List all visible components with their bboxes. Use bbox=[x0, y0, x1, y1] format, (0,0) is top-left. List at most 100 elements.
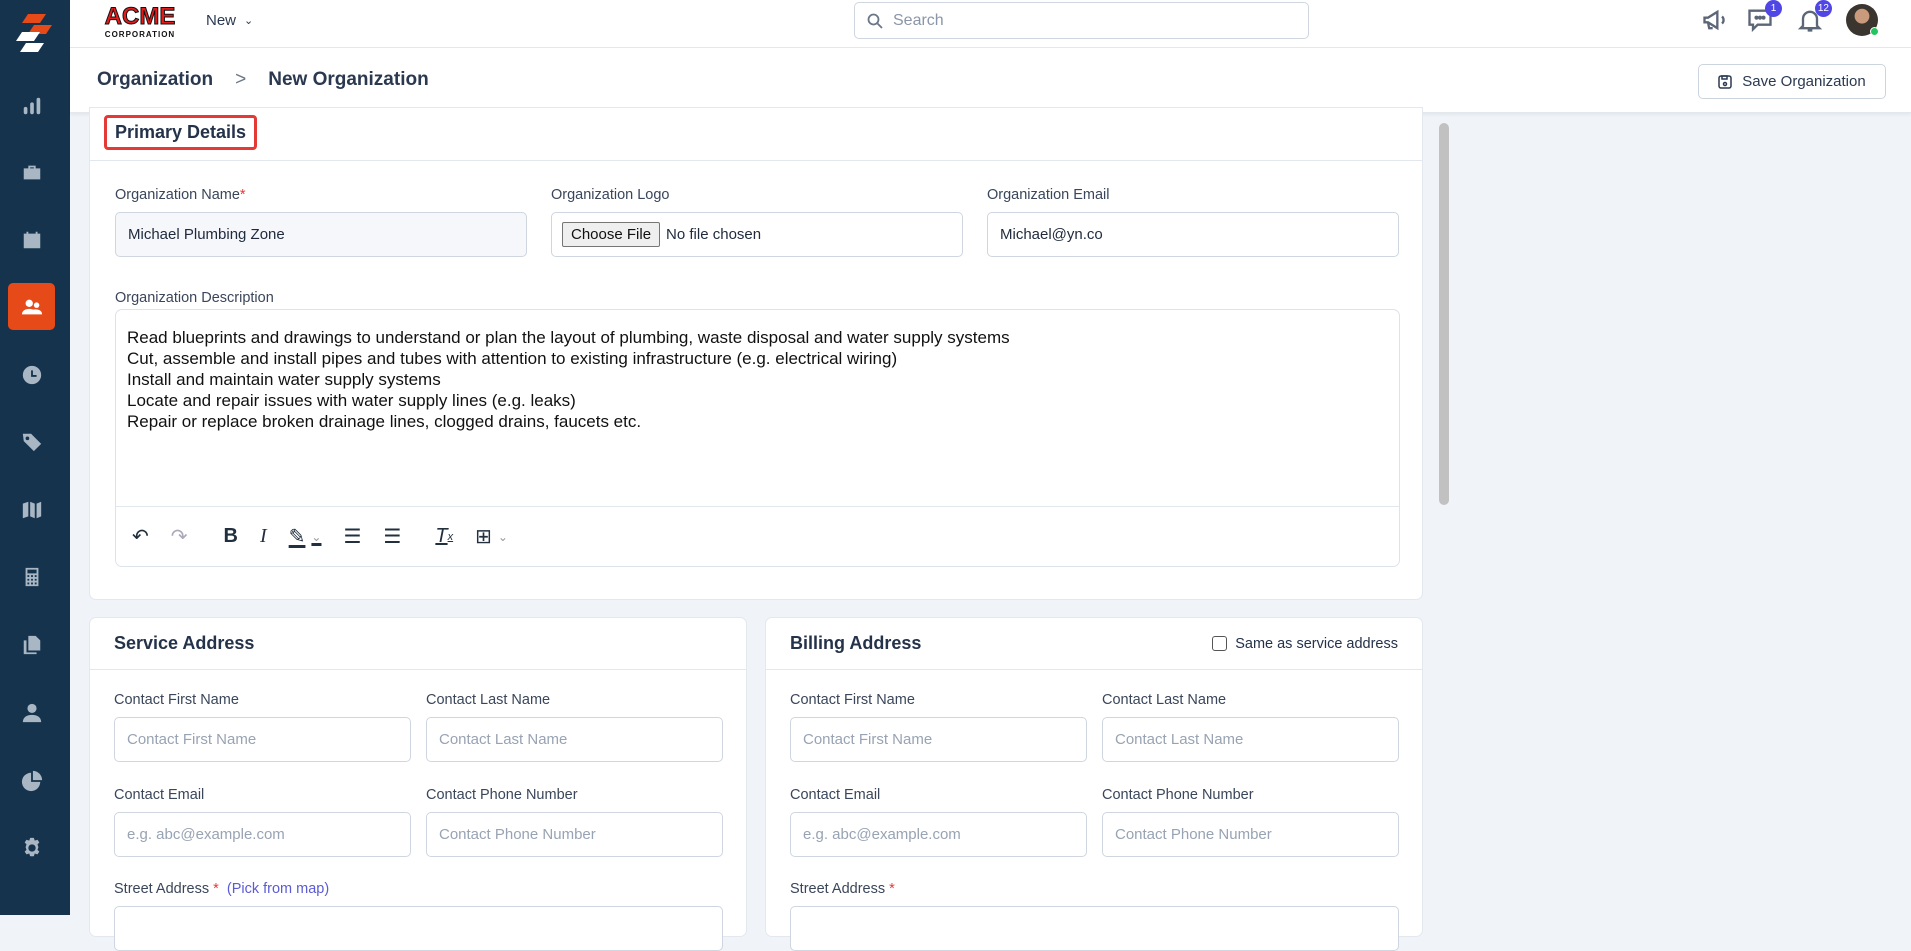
gear-icon bbox=[24, 837, 39, 856]
organization-name-label: Organization Name* bbox=[115, 187, 246, 203]
service-last-name-input[interactable]: Contact Last Name bbox=[426, 717, 723, 762]
highlight-icon[interactable]: ✎ ⌄ bbox=[289, 524, 322, 549]
sidebar-item-dashboard[interactable] bbox=[8, 82, 55, 129]
sidebar-item-calendar[interactable] bbox=[8, 216, 55, 263]
billing-address-card: Billing Address Same as service address C… bbox=[765, 617, 1423, 951]
user-icon bbox=[22, 703, 41, 722]
notifications-button[interactable]: 12 bbox=[1796, 0, 1832, 34]
description-editor[interactable]: Read blueprints and drawings to understa… bbox=[115, 309, 1400, 567]
acme-logo[interactable]: ACMECORPORATION bbox=[98, 2, 183, 40]
service-last-name-label: Contact Last Name bbox=[426, 692, 551, 708]
online-status-dot bbox=[1870, 27, 1879, 36]
svg-text:CORPORATION: CORPORATION bbox=[105, 30, 175, 39]
description-text[interactable]: Read blueprints and drawings to understa… bbox=[116, 310, 1399, 449]
breadcrumb-bar: Organization > New Organization Save Org… bbox=[70, 48, 1911, 113]
calendar-icon bbox=[23, 231, 40, 248]
clear-format-icon[interactable]: Tx bbox=[435, 525, 453, 548]
users-icon bbox=[21, 299, 42, 314]
breadcrumb-separator: > bbox=[235, 69, 247, 90]
avatar[interactable] bbox=[1846, 4, 1879, 36]
billing-email-label: Contact Email bbox=[790, 787, 881, 803]
service-address-title: Service Address bbox=[90, 618, 746, 670]
organization-name-input[interactable]: Michael Plumbing Zone bbox=[115, 212, 527, 257]
pie-chart-icon bbox=[21, 770, 42, 791]
billing-last-name-input[interactable]: Contact Last Name bbox=[1102, 717, 1399, 762]
sidebar-item-timesheet[interactable] bbox=[8, 351, 55, 398]
undo-icon[interactable]: ↶ bbox=[132, 524, 149, 549]
save-icon bbox=[1718, 74, 1733, 89]
italic-icon[interactable]: I bbox=[260, 525, 267, 548]
bullet-list-icon[interactable]: ☰ bbox=[343, 524, 361, 549]
billing-address-title: Billing Address bbox=[790, 633, 922, 653]
briefcase-icon bbox=[23, 165, 40, 179]
primary-details-card: Primary Details Organization Name* Micha… bbox=[89, 107, 1423, 600]
table-icon[interactable]: ⊞ ⌄ bbox=[475, 524, 508, 549]
billing-first-name-label: Contact First Name bbox=[790, 692, 915, 708]
sidebar-item-map[interactable] bbox=[8, 486, 55, 533]
bold-icon[interactable]: B bbox=[224, 525, 238, 548]
primary-details-title: Primary Details bbox=[104, 114, 258, 150]
choose-file-button[interactable]: Choose File bbox=[562, 222, 661, 247]
service-email-label: Contact Email bbox=[114, 787, 205, 803]
organization-description-label: Organization Description bbox=[115, 290, 274, 306]
sidebar-item-organizations[interactable] bbox=[8, 283, 55, 330]
calculator-icon bbox=[25, 567, 38, 586]
clock-icon bbox=[22, 365, 41, 384]
service-phone-input[interactable]: Contact Phone Number bbox=[426, 812, 723, 857]
files-icon bbox=[23, 635, 40, 654]
no-file-text: No file chosen bbox=[666, 226, 762, 243]
billing-first-name-input[interactable]: Contact First Name bbox=[790, 717, 1087, 762]
billing-street-input[interactable] bbox=[790, 906, 1399, 951]
pick-from-map-link[interactable]: (Pick from map) bbox=[227, 881, 329, 897]
billing-phone-input[interactable]: Contact Phone Number bbox=[1102, 812, 1399, 857]
sidebar-item-settings[interactable] bbox=[8, 824, 55, 871]
numbered-list-icon[interactable]: ☰ bbox=[383, 524, 401, 549]
messages-button[interactable]: 1 bbox=[1746, 0, 1782, 34]
announcements-button[interactable] bbox=[1701, 6, 1729, 34]
search-placeholder: Search bbox=[893, 11, 944, 29]
sidebar-item-reports[interactable] bbox=[8, 757, 55, 804]
checkbox-icon[interactable] bbox=[1212, 636, 1228, 651]
breadcrumb: Organization > New Organization bbox=[97, 69, 429, 91]
messages-badge: 1 bbox=[1765, 0, 1782, 17]
redo-icon[interactable]: ↷ bbox=[171, 524, 188, 549]
save-organization-button[interactable]: Save Organization bbox=[1698, 64, 1886, 99]
service-address-card: Service Address Contact First Name Conta… bbox=[89, 617, 747, 951]
billing-phone-label: Contact Phone Number bbox=[1102, 787, 1254, 803]
sidebar-item-tags[interactable] bbox=[8, 418, 55, 465]
service-first-name-input[interactable]: Contact First Name bbox=[114, 717, 411, 762]
editor-toolbar: ↶ ↷ B I ✎ ⌄ ☰ ☰ Tx ⊞ ⌄ bbox=[116, 506, 1399, 566]
service-phone-label: Contact Phone Number bbox=[426, 787, 578, 803]
same-as-service-checkbox[interactable]: Same as service address bbox=[1212, 636, 1398, 652]
billing-last-name-label: Contact Last Name bbox=[1102, 692, 1227, 708]
bar-chart-icon bbox=[23, 97, 40, 114]
search-icon bbox=[867, 13, 883, 29]
organization-logo-label: Organization Logo bbox=[551, 187, 670, 203]
app-logo[interactable] bbox=[12, 10, 58, 56]
service-street-label: Street Address * (Pick from map) bbox=[114, 881, 330, 897]
sidebar-item-users[interactable] bbox=[8, 689, 55, 736]
tag-icon bbox=[22, 433, 41, 451]
service-email-input[interactable]: e.g. abc@example.com bbox=[114, 812, 411, 857]
sidebar-item-jobs[interactable] bbox=[8, 148, 55, 195]
billing-email-input[interactable]: e.g. abc@example.com bbox=[790, 812, 1087, 857]
service-street-input[interactable] bbox=[114, 906, 723, 951]
map-icon bbox=[22, 501, 41, 518]
save-label: Save Organization bbox=[1742, 73, 1866, 90]
notifications-badge: 12 bbox=[1814, 0, 1832, 17]
new-menu[interactable]: New ⌄ bbox=[206, 12, 253, 29]
sidebar bbox=[0, 0, 70, 915]
top-bar: ACME CORPORATION New ⌄ Search 1 12 bbox=[70, 0, 1911, 48]
new-menu-label: New bbox=[206, 12, 237, 29]
organization-logo-input[interactable]: Choose File No file chosen bbox=[551, 212, 963, 257]
breadcrumb-current: New Organization bbox=[268, 69, 429, 90]
organization-email-input[interactable]: Michael@yn.co bbox=[987, 212, 1399, 257]
breadcrumb-organization[interactable]: Organization bbox=[97, 69, 213, 91]
scrollbar[interactable] bbox=[1439, 123, 1449, 505]
search-input[interactable]: Search bbox=[854, 2, 1309, 39]
svg-text:ACME: ACME bbox=[105, 3, 176, 30]
sidebar-item-documents[interactable] bbox=[8, 621, 55, 668]
chevron-down-icon: ⌄ bbox=[244, 15, 254, 27]
organization-email-label: Organization Email bbox=[987, 187, 1110, 203]
sidebar-item-calculator[interactable] bbox=[8, 553, 55, 600]
